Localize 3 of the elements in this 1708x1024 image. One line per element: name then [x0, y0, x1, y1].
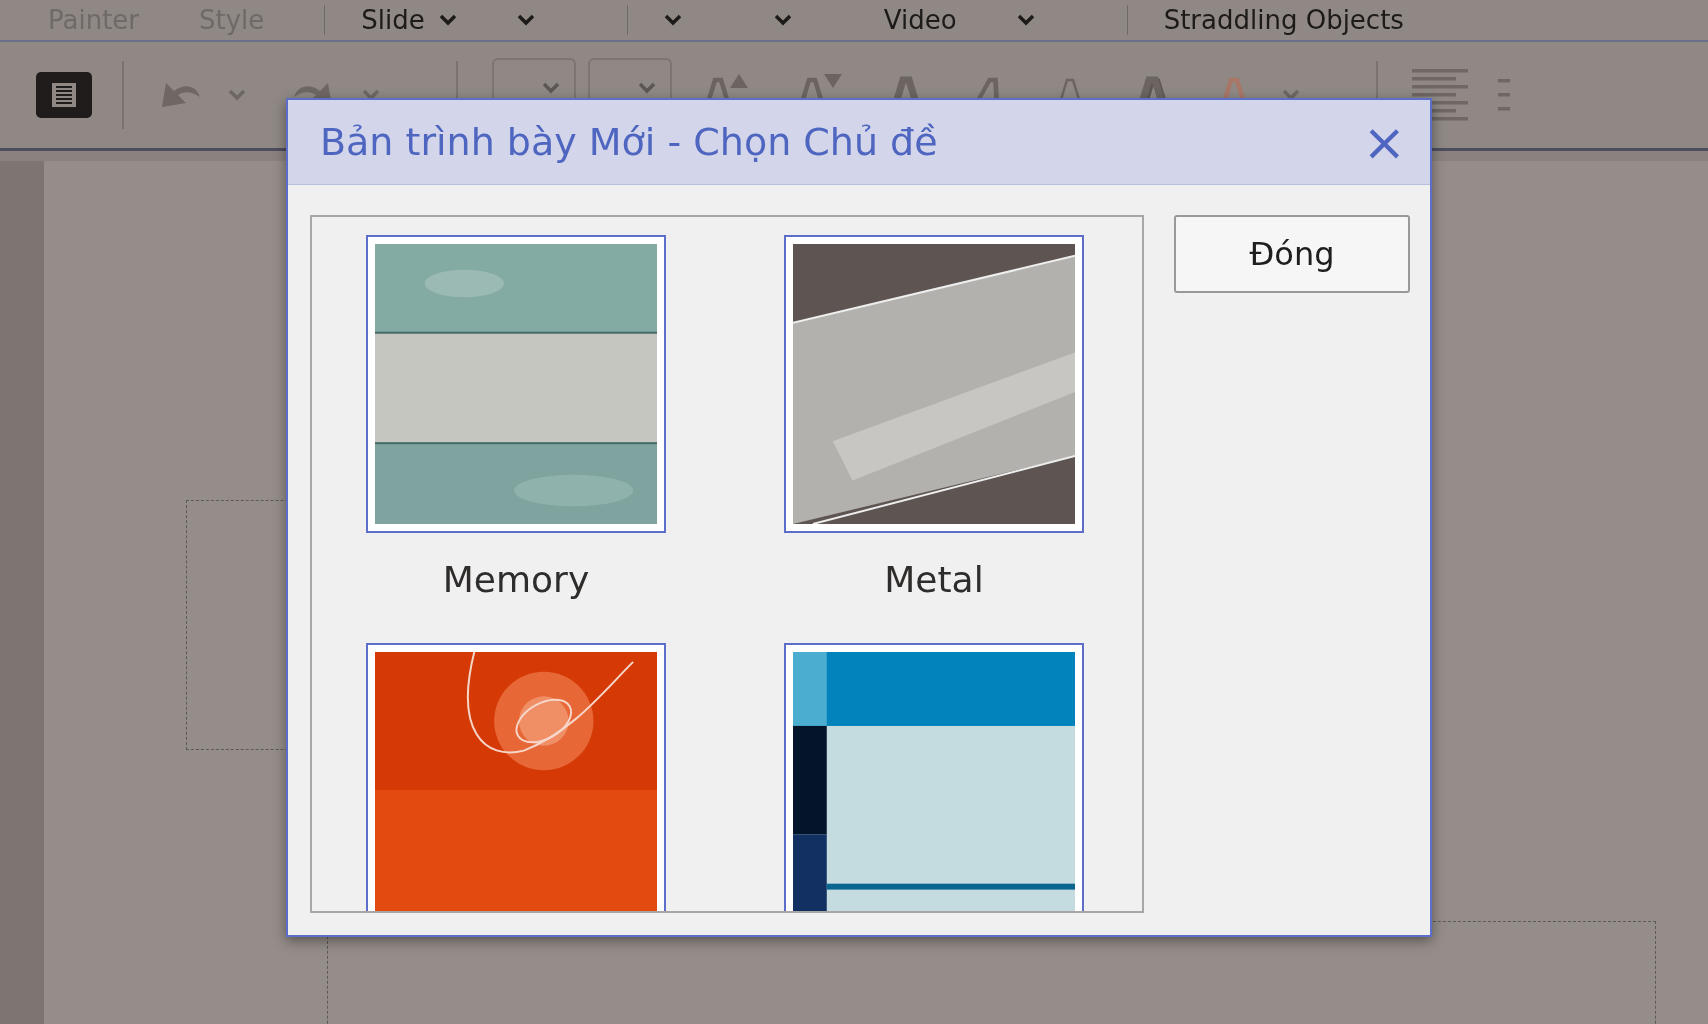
dialog-title: Bản trình bày Mới - Chọn Chủ đề [320, 120, 938, 164]
theme-name: Memory [442, 559, 590, 602]
theme-name: Metal [884, 559, 984, 602]
